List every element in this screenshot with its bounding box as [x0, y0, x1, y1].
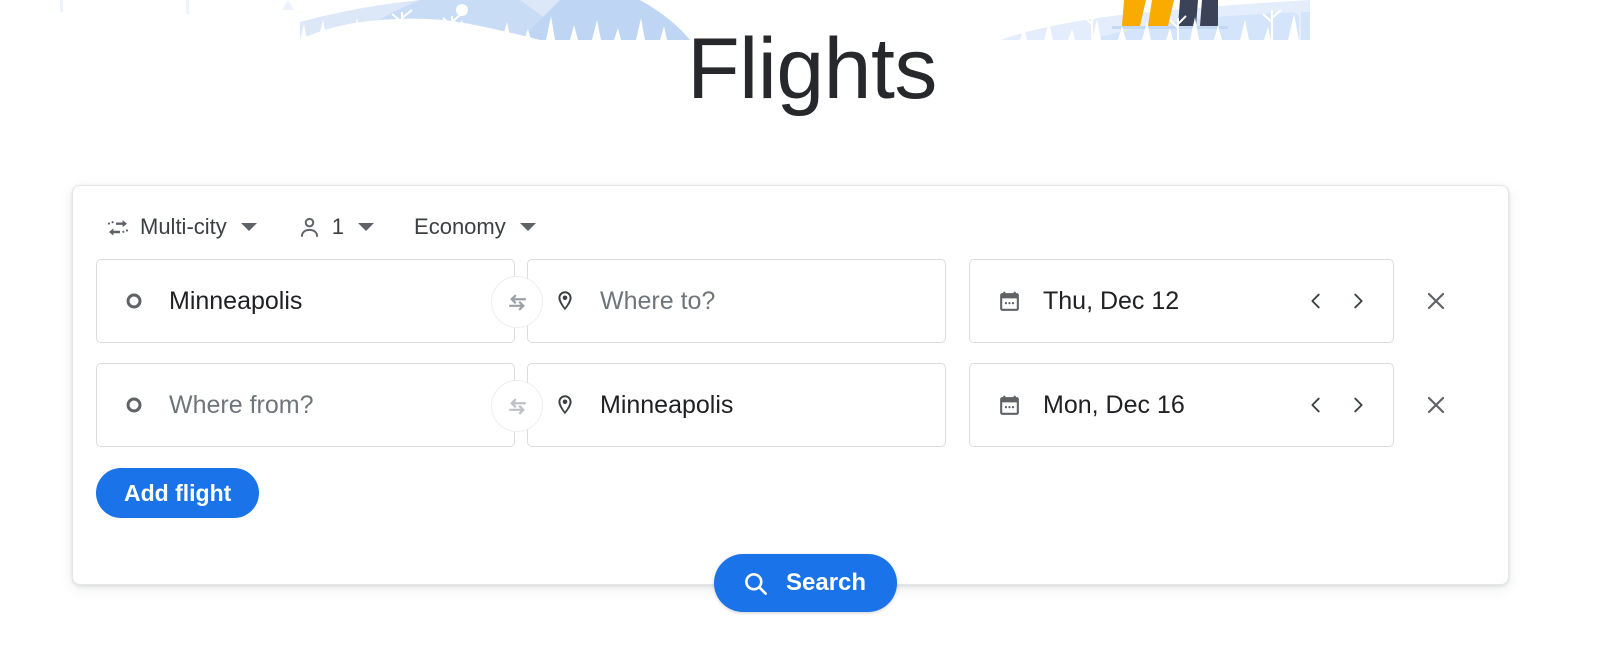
date-nav-group — [1295, 384, 1379, 426]
close-icon — [1427, 292, 1445, 310]
trip-type-label: Multi-city — [140, 214, 227, 239]
chevron-left-icon — [1311, 397, 1320, 413]
origin-value: Where from? — [169, 391, 314, 419]
chevron-right-icon — [1354, 397, 1363, 413]
chevron-down-icon — [240, 223, 257, 231]
flight-row: Minneapolis Where to? Thu, Dec 12 — [73, 259, 1508, 343]
previous-date-button[interactable] — [1295, 384, 1337, 426]
date-nav-group — [1295, 280, 1379, 322]
search-options-row: Multi-city 1 Economy — [96, 206, 545, 248]
calendar-icon — [996, 392, 1023, 419]
passengers-count: 1 — [331, 214, 345, 239]
calendar-icon — [996, 288, 1023, 315]
search-button[interactable]: Search — [714, 554, 898, 612]
page-title: Flights — [687, 21, 937, 117]
close-icon — [1427, 396, 1445, 414]
destination-value: Minneapolis — [600, 391, 734, 419]
origin-input[interactable]: Minneapolis — [96, 259, 515, 343]
origin-input[interactable]: Where from? — [96, 363, 515, 447]
trip-type-selector[interactable]: Multi-city — [96, 206, 266, 248]
origin-circle-icon — [121, 392, 147, 418]
map-pin-icon — [552, 288, 578, 314]
next-date-button[interactable] — [1337, 280, 1379, 322]
origin-destination-group: Where from? Minneapolis — [96, 363, 946, 447]
departure-date-value: Mon, Dec 16 — [1043, 391, 1185, 419]
flight-row: Where from? Minneapolis Mon, Dec 16 — [73, 363, 1508, 447]
next-date-button[interactable] — [1337, 384, 1379, 426]
person-icon — [297, 214, 323, 240]
previous-date-button[interactable] — [1295, 280, 1337, 322]
origin-circle-icon — [121, 288, 147, 314]
remove-flight-button[interactable] — [1415, 384, 1457, 426]
destination-input[interactable]: Where to? — [527, 259, 946, 343]
swap-arrows-icon — [508, 397, 526, 415]
departure-date-field[interactable]: Mon, Dec 16 — [969, 363, 1394, 447]
origin-value: Minneapolis — [169, 287, 303, 315]
remove-flight-button[interactable] — [1415, 280, 1457, 322]
destination-value: Where to? — [600, 287, 716, 315]
cabin-class-selector[interactable]: Economy — [405, 206, 545, 248]
destination-input[interactable]: Minneapolis — [527, 363, 946, 447]
map-pin-icon — [552, 392, 578, 418]
origin-destination-group: Minneapolis Where to? — [96, 259, 946, 343]
cabin-class-label: Economy — [414, 214, 506, 239]
chevron-down-icon — [358, 223, 375, 231]
departure-date-field[interactable]: Thu, Dec 12 — [969, 259, 1394, 343]
chevron-right-icon — [1354, 293, 1363, 309]
passengers-selector[interactable]: 1 — [288, 206, 383, 248]
departure-date-value: Thu, Dec 12 — [1043, 287, 1180, 315]
flight-search-card: Multi-city 1 Economy Minneapolis Where t… — [72, 185, 1509, 585]
swap-origin-destination-button[interactable] — [491, 380, 543, 432]
multi-city-icon — [105, 214, 131, 240]
chevron-left-icon — [1311, 293, 1320, 309]
swap-origin-destination-button[interactable] — [491, 276, 543, 328]
swap-arrows-icon — [508, 293, 526, 311]
chevron-down-icon — [519, 223, 536, 231]
add-flight-button[interactable]: Add flight — [96, 468, 260, 518]
search-icon — [740, 568, 770, 598]
search-button-label: Search — [786, 569, 867, 596]
